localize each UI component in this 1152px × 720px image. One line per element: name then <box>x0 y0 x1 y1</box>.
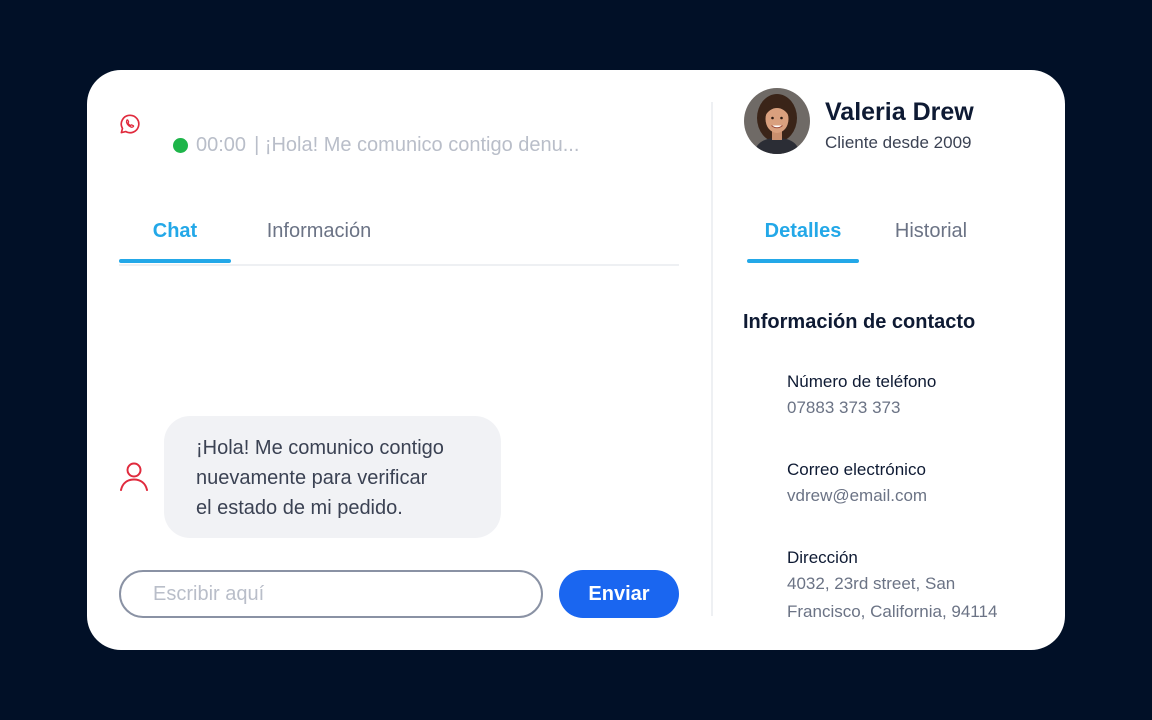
tab-detalles[interactable]: Detalles <box>747 220 859 263</box>
tab-detalles-underline <box>747 259 859 263</box>
tab-informacion-label: Información <box>266 220 372 242</box>
tab-historial-label: Historial <box>894 220 968 242</box>
email-label: Correo electrónico <box>787 460 926 479</box>
customer-tabs: Detalles Historial <box>747 220 1007 264</box>
customer-since: Cliente desde 2009 <box>825 133 972 152</box>
customer-name: Valeria Drew <box>825 98 974 126</box>
message-line: nuevamente para verificar <box>196 467 428 489</box>
address-line: Francisco, California, 94114 <box>787 602 998 621</box>
address-label: Dirección <box>787 548 858 567</box>
customer-photo <box>744 88 810 154</box>
send-button[interactable]: Enviar <box>559 570 679 618</box>
avatar <box>744 88 810 154</box>
conversation-tabs: Chat Información <box>119 220 679 266</box>
phone-label: Número de teléfono <box>787 372 937 391</box>
user-icon <box>120 462 148 491</box>
tab-detalles-label: Detalles <box>764 220 842 242</box>
tab-historial[interactable]: Historial <box>875 220 987 262</box>
online-status-dot <box>173 137 188 153</box>
message-line: ¡Hola! Me comunico contigo <box>196 437 444 459</box>
customer-chat-card: 00:00 | ¡Hola! Me comunico contigo denu.… <box>87 70 1065 650</box>
address-line: 4032, 23rd street, San <box>787 574 956 593</box>
tab-informacion[interactable]: Información <box>263 220 375 262</box>
send-button-label: Enviar <box>588 582 650 605</box>
tab-chat-underline <box>119 259 231 263</box>
call-timer: 00:00 <box>196 133 247 156</box>
phone-value: 07883 373 373 <box>787 398 901 417</box>
tab-chat-label: Chat <box>152 220 198 242</box>
message-input[interactable]: Escribir aquí <box>119 570 543 618</box>
call-status-row: 00:00 | ¡Hola! Me comunico contigo denu.… <box>173 130 579 160</box>
email-value: vdrew@email.com <box>787 486 928 505</box>
contact-section-title: Información de contacto <box>743 311 976 333</box>
message-line: el estado de mi pedido. <box>196 497 403 519</box>
message-preview: | ¡Hola! Me comunico contigo denu... <box>254 133 580 156</box>
tab-chat[interactable]: Chat <box>119 220 231 263</box>
incoming-message-bubble: ¡Hola! Me comunico contigo nuevamente pa… <box>164 416 501 538</box>
message-input-placeholder: Escribir aquí <box>153 582 265 605</box>
panel-divider <box>711 102 713 616</box>
whatsapp-icon <box>120 114 140 134</box>
